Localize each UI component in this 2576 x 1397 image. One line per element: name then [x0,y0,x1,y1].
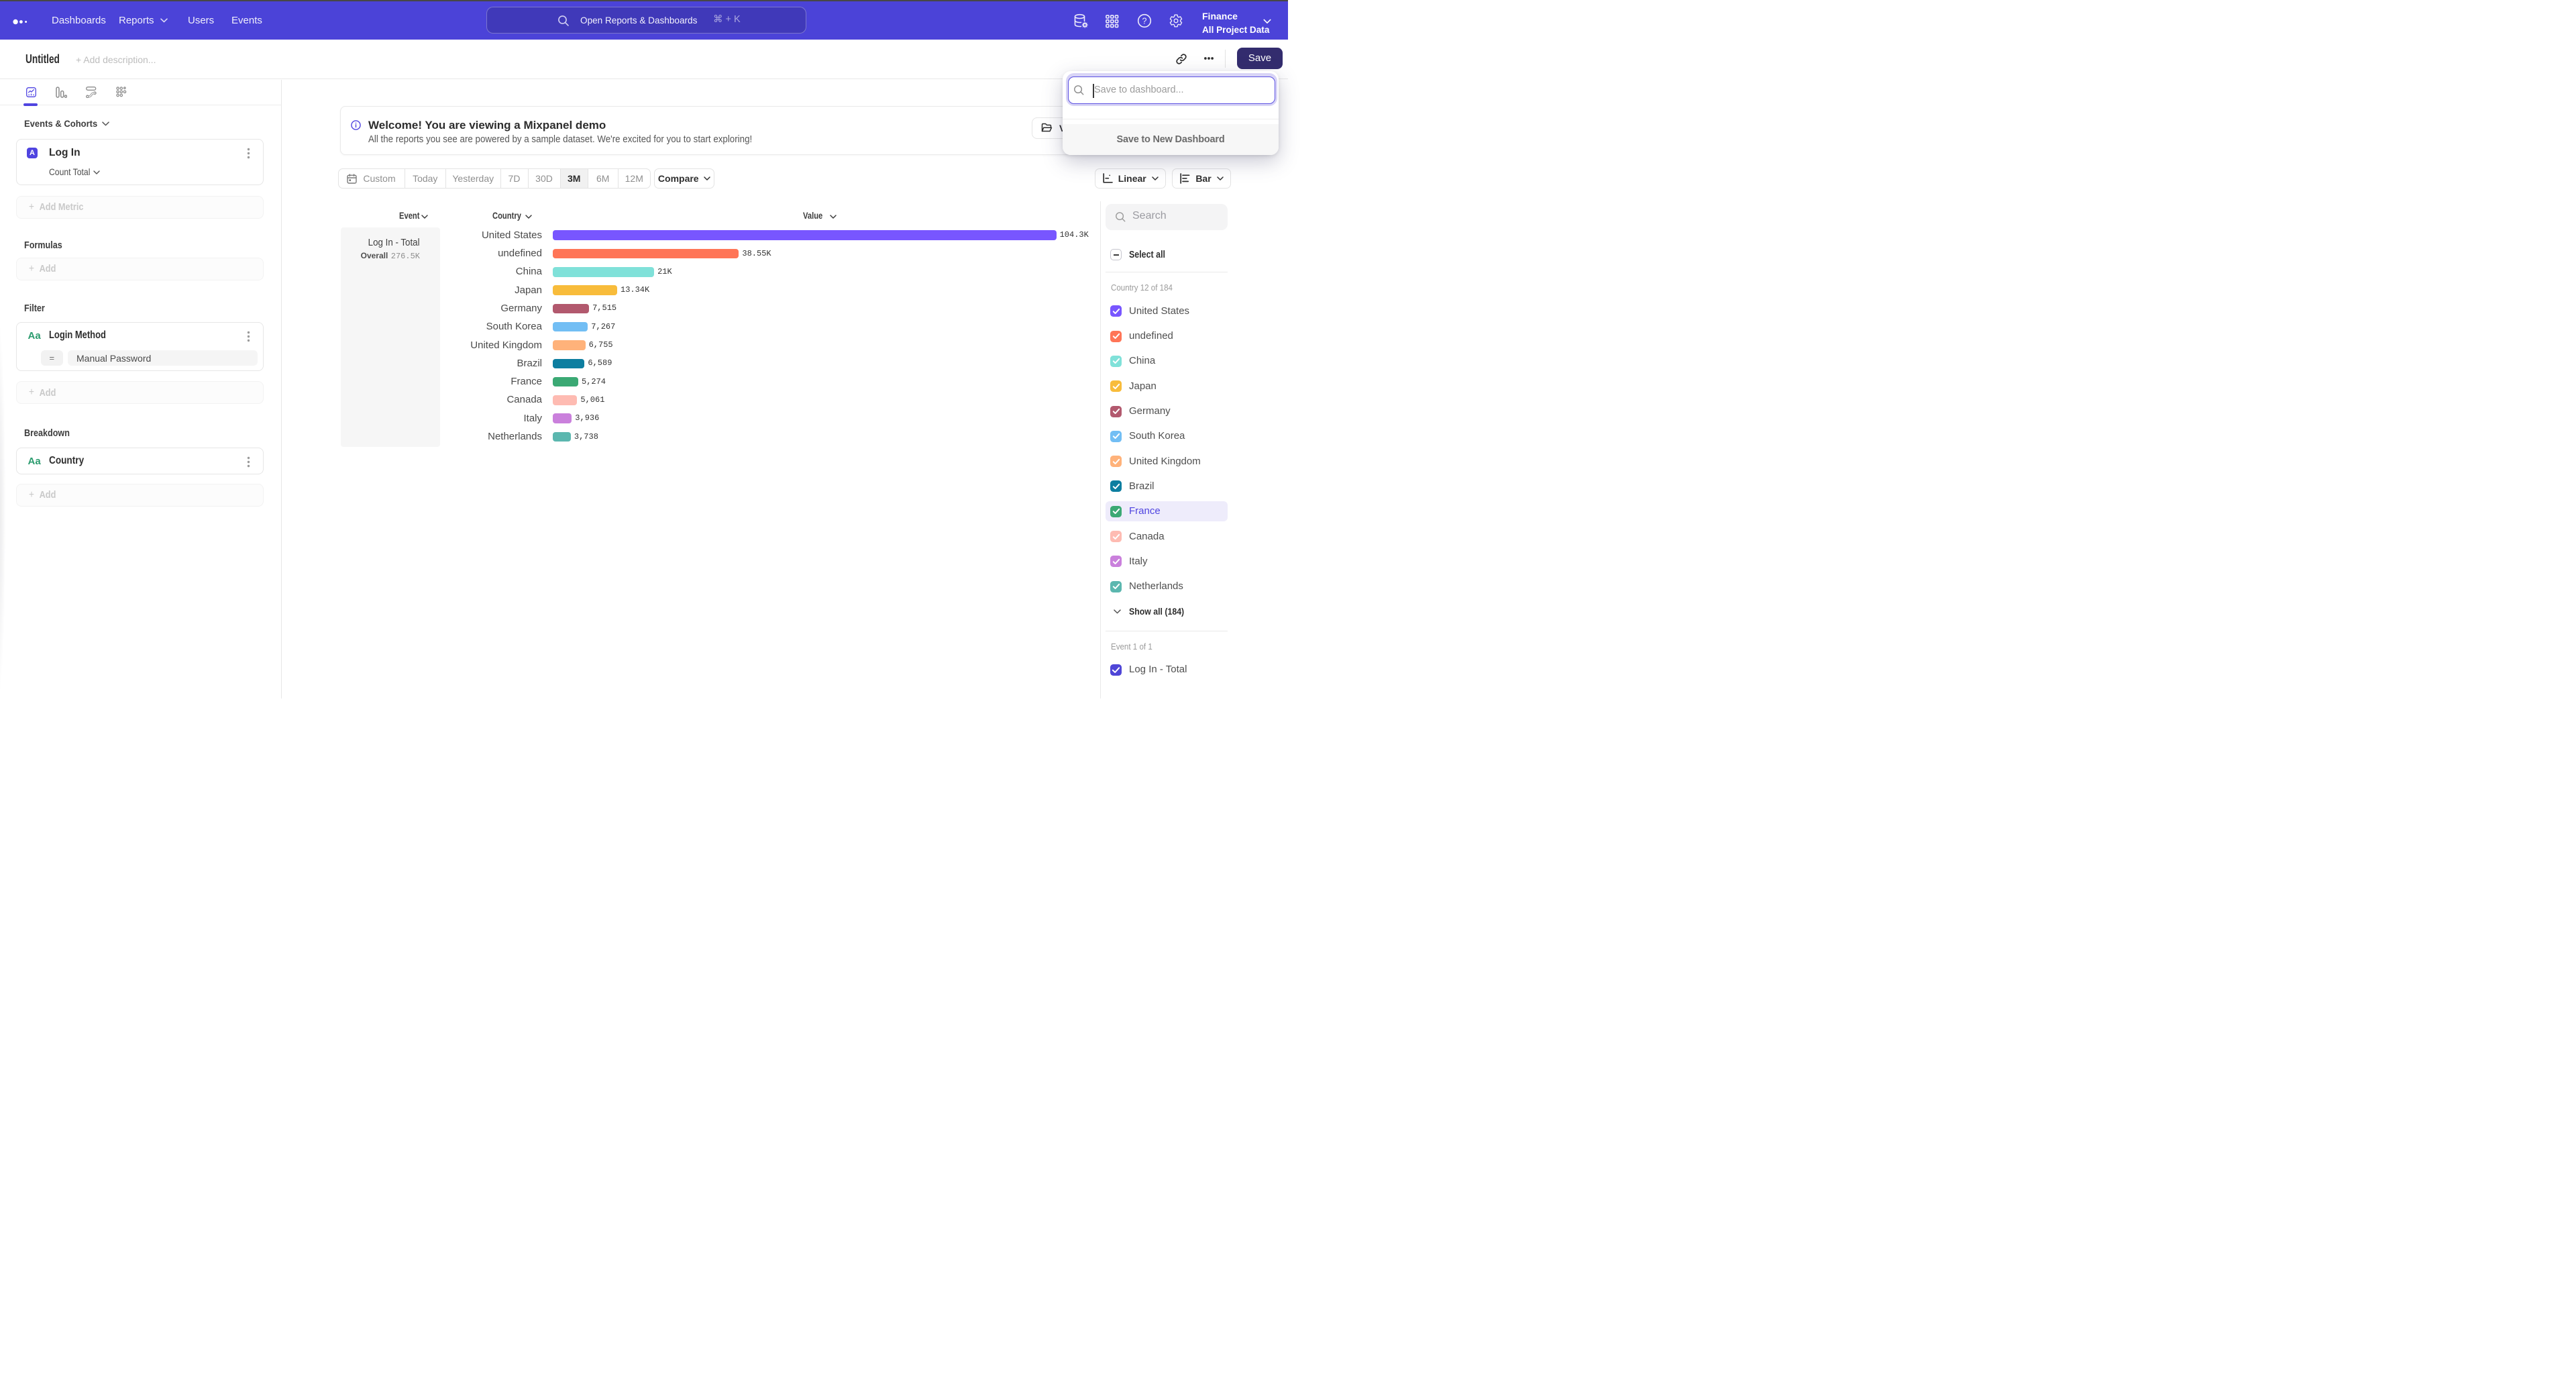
svg-text:?: ? [1142,17,1147,26]
